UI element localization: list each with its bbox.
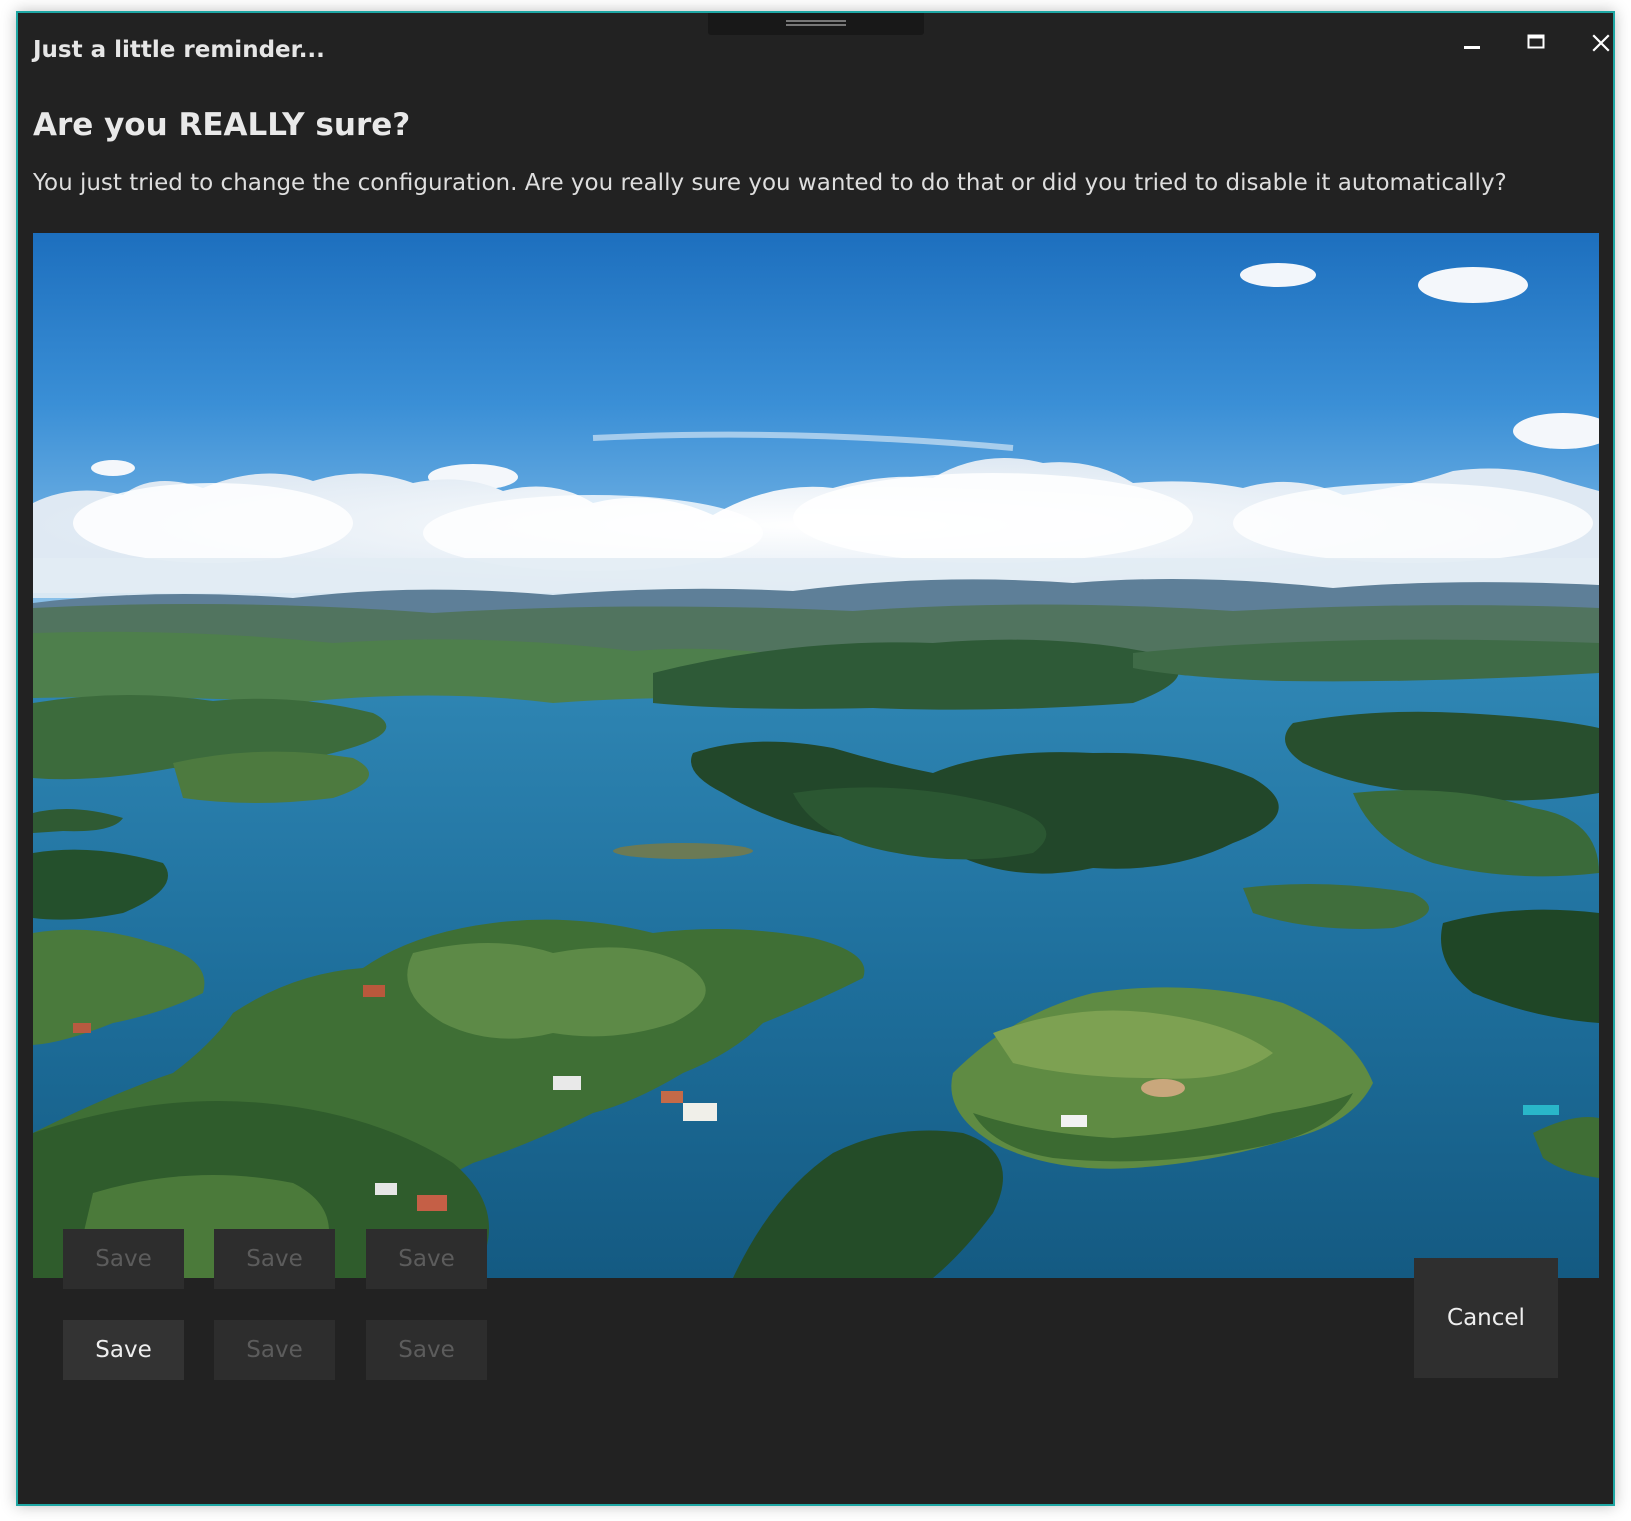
cancel-button[interactable]: Cancel	[1414, 1258, 1558, 1378]
minimize-button[interactable]	[1442, 21, 1502, 65]
save-button-r2c1[interactable]: Save	[63, 1320, 184, 1380]
dialog-heading: Are you REALLY sure?	[33, 107, 411, 143]
grip-line	[786, 24, 846, 26]
landscape-photo-illustration	[33, 233, 1599, 1278]
save-button-r1c1: Save	[63, 1229, 184, 1289]
save-button-r2c3: Save	[366, 1320, 487, 1380]
save-button-r2c2: Save	[214, 1320, 335, 1380]
close-button[interactable]	[1571, 21, 1613, 65]
save-button-r1c3: Save	[366, 1229, 487, 1289]
dialog-message: You just tried to change the configurati…	[33, 170, 1507, 196]
grip-line	[786, 20, 846, 22]
window-title: Just a little reminder...	[33, 37, 325, 63]
drag-handle[interactable]	[708, 13, 924, 35]
maximize-icon	[1527, 34, 1545, 49]
minimize-icon	[1464, 46, 1480, 49]
lake-islands-landscape-photo	[33, 233, 1599, 1278]
save-button-r1c2: Save	[214, 1229, 335, 1289]
dialog-window: Just a little reminder... Are you REALLY…	[16, 11, 1615, 1506]
close-icon	[1592, 34, 1610, 52]
maximize-button[interactable]	[1506, 21, 1566, 65]
